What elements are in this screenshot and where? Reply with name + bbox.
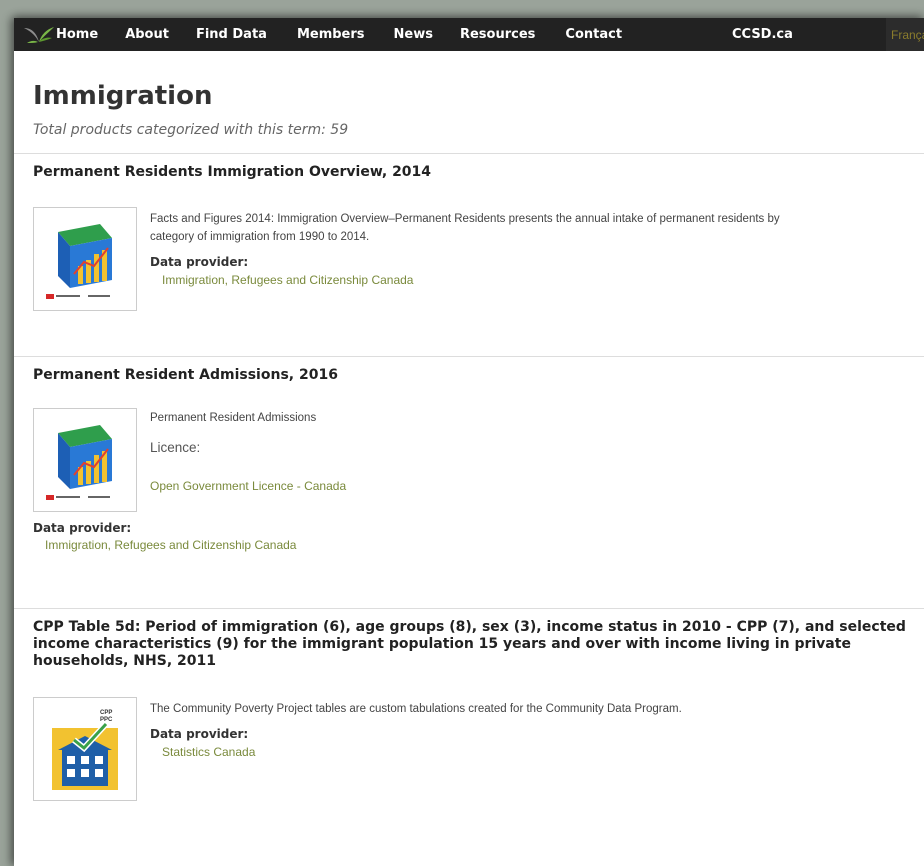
browser-frame: Home About Find Data Members News Resour…: [14, 18, 924, 866]
divider: [14, 608, 924, 609]
licence-label: Licence:: [150, 440, 201, 455]
building-checkmark-thumbnail: CPP PPC: [52, 710, 118, 790]
nav-news[interactable]: News: [394, 27, 433, 42]
top-navbar: Home About Find Data Members News Resour…: [14, 18, 924, 51]
data-cube-thumbnail: [46, 224, 112, 299]
nav-ccsd-link[interactable]: CCSD.ca: [732, 27, 793, 42]
data-provider-link[interactable]: Statistics Canada: [162, 744, 810, 760]
main-content: Immigration Total products categorized w…: [14, 80, 924, 801]
product-thumbnail[interactable]: [33, 207, 137, 311]
divider: [14, 356, 924, 357]
product-item: Permanent Residents Immigration Overview…: [33, 164, 924, 311]
divider: [14, 153, 924, 154]
product-count: Total products categorized with this ter…: [33, 122, 349, 138]
thumb-badge-top: CPP: [100, 710, 112, 716]
data-cube-thumbnail: [46, 425, 112, 500]
thumb-badge-bottom: PPC: [100, 717, 113, 723]
product-item: Permanent Resident Admissions, 2016 Perm…: [33, 367, 924, 553]
data-provider-label: Data provider:: [150, 727, 249, 741]
nav-home[interactable]: Home: [56, 27, 98, 42]
product-thumbnail[interactable]: CPP PPC: [33, 697, 137, 801]
leaf-logo-icon[interactable]: [24, 24, 54, 46]
nav-members[interactable]: Members: [297, 27, 365, 42]
nav-resources[interactable]: Resources: [460, 27, 535, 42]
language-toggle[interactable]: Français: [886, 18, 924, 51]
product-thumbnail[interactable]: [33, 408, 137, 512]
product-item: CPP Table 5d: Period of immigration (6),…: [33, 619, 924, 801]
data-provider-link[interactable]: Immigration, Refugees and Citizenship Ca…: [45, 537, 924, 553]
nav-find-data[interactable]: Find Data: [196, 27, 267, 42]
data-provider-label: Data provider:: [33, 521, 132, 535]
product-description: The Community Poverty Project tables are…: [150, 703, 682, 715]
product-description: Permanent Resident Admissions: [150, 412, 317, 424]
page-title: Immigration: [33, 81, 213, 111]
nav-contact[interactable]: Contact: [565, 27, 622, 42]
product-title-link[interactable]: Permanent Residents Immigration Overview…: [33, 164, 924, 181]
data-provider-label: Data provider:: [150, 255, 249, 269]
product-title-link[interactable]: Permanent Resident Admissions, 2016: [33, 367, 924, 384]
data-provider-link[interactable]: Immigration, Refugees and Citizenship Ca…: [162, 272, 810, 288]
licence-link[interactable]: Open Government Licence - Canada: [150, 478, 810, 494]
product-title-link[interactable]: CPP Table 5d: Period of immigration (6),…: [33, 619, 923, 670]
nav-about[interactable]: About: [125, 27, 169, 42]
product-description: Facts and Figures 2014: Immigration Over…: [150, 213, 780, 243]
